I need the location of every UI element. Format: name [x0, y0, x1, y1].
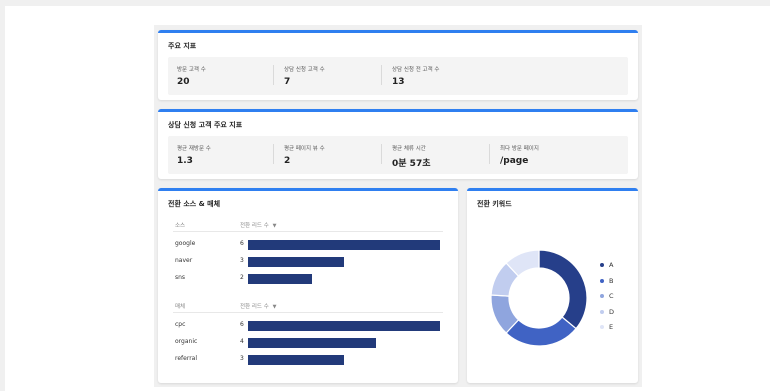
medium-name: organic: [175, 338, 198, 345]
source-row-sns: sns 2: [158, 273, 458, 285]
metric-value: 20: [177, 77, 190, 87]
medium-metric-header-label: 전환 리드 수: [240, 304, 269, 310]
page-canvas: 주요 지표 방문 고객 수 20 상담 신청 고객 수 7 상담 신청 전 고객…: [5, 6, 770, 391]
source-count: 3: [240, 257, 244, 264]
legend-dot: [600, 294, 604, 298]
medium-bar: [248, 321, 440, 331]
key-metrics-title: 주요 지표: [168, 42, 197, 50]
medium-count: 3: [240, 355, 244, 362]
metric-divider: [273, 65, 274, 85]
metric-divider: [381, 65, 382, 85]
consult-metrics-title: 상담 신청 고객 주요 지표: [168, 121, 243, 129]
legend-dot: [600, 325, 604, 329]
medium-row-referral: referral 3: [158, 354, 458, 366]
source-bar: [248, 274, 312, 284]
metric-value: 2: [284, 156, 291, 166]
metric-value: /page: [500, 156, 529, 166]
legend-label: E: [609, 323, 614, 331]
caret-down-icon: ▼: [272, 223, 277, 229]
legend-item-A[interactable]: A: [600, 261, 613, 269]
source-col-header: 소스: [175, 223, 186, 229]
medium-count: 6: [240, 321, 244, 328]
legend-item-B[interactable]: B: [600, 277, 613, 285]
metric-divider: [489, 144, 490, 164]
source-row-naver: naver 3: [158, 256, 458, 268]
medium-row-cpc: cpc 6: [158, 320, 458, 332]
metric-pre-consult: 상담 신청 전 고객 수 13: [392, 65, 439, 87]
source-count: 6: [240, 240, 244, 247]
conversion-source-card: 전환 소스 & 매체 소스 전환 리드 수 ▼ google 6 naver 3 sns…: [158, 188, 458, 383]
legend-item-E[interactable]: E: [600, 323, 613, 331]
metric-consult-applicants: 상담 신청 고객 수 7: [284, 65, 325, 87]
source-count: 2: [240, 274, 244, 281]
legend-dot: [600, 309, 604, 314]
metric-divider: [381, 144, 382, 164]
source-metric-header[interactable]: 전환 리드 수 ▼: [240, 221, 276, 229]
metric-label: 평균 페이지 뷰 수: [284, 146, 325, 152]
source-row-google: google 6: [158, 239, 458, 251]
metric-divider: [273, 144, 274, 164]
legend-item-D[interactable]: D: [600, 308, 614, 316]
metric-avg-revisit: 평균 재방문 수 1.3: [177, 144, 211, 166]
legend-label: A: [609, 261, 614, 269]
conversion-keyword-card: 전환 키워드 ABCDE: [467, 188, 638, 383]
conversion-source-title: 전환 소스 & 매체: [168, 200, 221, 208]
consult-metrics-box: 평균 재방문 수 1.3 평균 페이지 뷰 수 2 평균 체류 시간 0분 57…: [168, 136, 628, 174]
medium-col-header: 매체: [175, 304, 186, 310]
medium-header-divider: [173, 312, 443, 313]
source-bar: [248, 240, 440, 250]
legend-label: B: [609, 276, 614, 285]
source-bar: [248, 257, 344, 267]
medium-name: cpc: [175, 321, 186, 328]
medium-metric-header[interactable]: 전환 리드 수 ▼: [240, 302, 276, 310]
medium-row-organic: organic 4: [158, 337, 458, 349]
metric-label: 최다 방문 페이지: [500, 146, 539, 152]
medium-count: 4: [240, 338, 244, 345]
metric-label: 평균 체류 시간: [392, 146, 426, 152]
source-metric-header-label: 전환 리드 수: [240, 223, 269, 229]
legend-label: D: [609, 307, 615, 316]
metric-avg-pageviews: 평균 페이지 뷰 수 2: [284, 144, 325, 166]
legend-dot: [600, 263, 604, 267]
source-name: sns: [175, 274, 186, 281]
key-metrics-card: 주요 지표 방문 고객 수 20 상담 신청 고객 수 7 상담 신청 전 고객…: [158, 30, 638, 100]
metric-label: 상담 신청 전 고객 수: [392, 67, 440, 73]
metric-top-page: 최다 방문 페이지 /page: [500, 144, 539, 166]
legend-item-C[interactable]: C: [600, 292, 614, 300]
source-header-divider: [173, 231, 443, 232]
source-name: naver: [175, 257, 193, 264]
donut-slice-A[interactable]: [538, 249, 588, 330]
metric-value: 1.3: [177, 156, 193, 166]
metric-value: 0분 57초: [392, 159, 431, 169]
metric-label: 방문 고객 수: [177, 67, 206, 73]
metric-visitors: 방문 고객 수 20: [177, 65, 206, 87]
metric-value: 13: [392, 77, 405, 87]
caret-down-icon: ▼: [272, 304, 277, 310]
source-name: google: [175, 240, 196, 247]
metric-avg-duration: 평균 체류 시간 0분 57초: [392, 144, 430, 169]
dashboard-panel: 주요 지표 방문 고객 수 20 상담 신청 고객 수 7 상담 신청 전 고객…: [154, 25, 642, 387]
keyword-legend: ABCDE: [600, 261, 630, 341]
metric-label: 상담 신청 고객 수: [284, 67, 325, 73]
medium-name: referral: [175, 355, 198, 362]
legend-dot: [600, 278, 604, 283]
key-metrics-box: 방문 고객 수 20 상담 신청 고객 수 7 상담 신청 전 고객 수 13: [168, 57, 628, 95]
metric-label: 평균 재방문 수: [177, 146, 211, 152]
medium-bar: [248, 338, 376, 348]
legend-label: C: [609, 292, 614, 300]
medium-bar: [248, 355, 344, 365]
metric-value: 7: [284, 77, 291, 87]
consult-metrics-card: 상담 신청 고객 주요 지표 평균 재방문 수 1.3 평균 페이지 뷰 수 2…: [158, 109, 638, 179]
